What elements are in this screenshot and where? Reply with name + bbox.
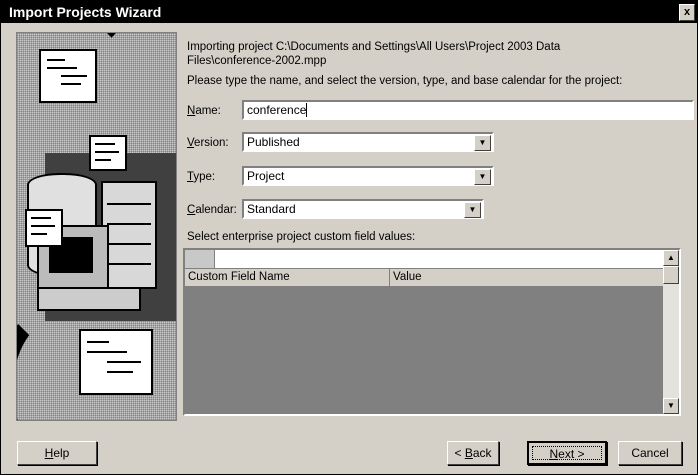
version-select[interactable]: Published ▼ xyxy=(242,132,494,152)
chevron-down-icon[interactable]: ▼ xyxy=(474,169,491,185)
import-path-line2: Files\conference-2002.mpp xyxy=(187,55,327,67)
document-icon-bottom xyxy=(79,329,153,395)
help-button[interactable]: Help xyxy=(17,441,97,465)
next-button[interactable]: Next > xyxy=(527,441,607,465)
name-input[interactable]: conference xyxy=(242,100,694,120)
instruction-text: Please type the name, and select the ver… xyxy=(187,75,623,87)
name-label: Name: xyxy=(187,105,221,117)
column-header-custom-field-name[interactable]: Custom Field Name xyxy=(185,269,390,286)
import-projects-wizard-window: Import Projects Wizard x Importing proje… xyxy=(0,0,698,475)
document-icon-small xyxy=(89,135,127,171)
version-label: Version: xyxy=(187,137,229,149)
window-title: Import Projects Wizard xyxy=(9,4,162,20)
wizard-illustration xyxy=(16,32,177,421)
grid-edit-bar[interactable] xyxy=(185,250,664,268)
type-select[interactable]: Project ▼ xyxy=(242,166,494,186)
cancel-button[interactable]: Cancel xyxy=(618,441,682,465)
scroll-down-icon[interactable]: ▼ xyxy=(663,398,679,414)
grid-cell-button[interactable] xyxy=(185,250,215,268)
custom-fields-caption: Select enterprise project custom field v… xyxy=(187,231,416,243)
back-button[interactable]: < Back xyxy=(447,441,499,465)
chevron-down-icon[interactable]: ▼ xyxy=(474,135,491,151)
chevron-down-icon[interactable]: ▼ xyxy=(464,202,481,218)
grid-header: Custom Field Name Value xyxy=(185,269,664,287)
import-path-line1: Importing project C:\Documents and Setti… xyxy=(187,41,561,53)
column-header-value[interactable]: Value xyxy=(390,269,664,286)
text-cursor xyxy=(306,103,308,117)
close-icon[interactable]: x xyxy=(679,4,695,21)
server-icon xyxy=(101,181,157,289)
document-icon-left xyxy=(25,209,63,247)
type-label: Type: xyxy=(187,171,216,183)
custom-fields-grid: Custom Field Name Value ▲ ▼ xyxy=(183,248,681,416)
keyboard-icon xyxy=(37,287,141,311)
grid-vertical-scrollbar[interactable]: ▲ ▼ xyxy=(663,250,679,414)
document-icon-top xyxy=(39,49,97,103)
scroll-thumb[interactable] xyxy=(663,266,679,284)
calendar-select[interactable]: Standard ▼ xyxy=(242,199,484,219)
title-bar[interactable]: Import Projects Wizard x xyxy=(1,1,697,23)
focus-rectangle xyxy=(532,446,602,460)
scroll-up-icon[interactable]: ▲ xyxy=(663,250,679,266)
calendar-label: Calendar: xyxy=(187,204,237,216)
